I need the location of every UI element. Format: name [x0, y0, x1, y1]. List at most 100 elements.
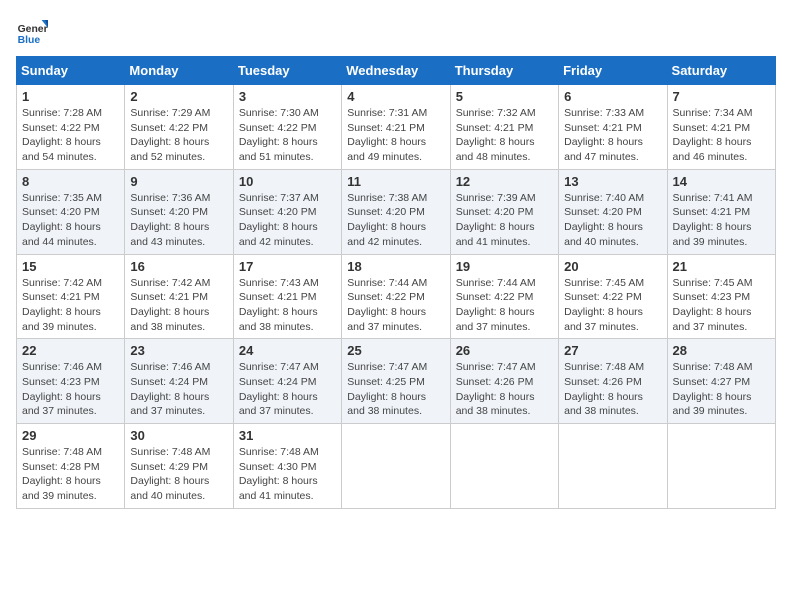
header-cell-friday: Friday: [559, 57, 667, 85]
day-number: 17: [239, 259, 336, 274]
day-number: 29: [22, 428, 119, 443]
header-cell-tuesday: Tuesday: [233, 57, 341, 85]
day-number: 22: [22, 343, 119, 358]
day-detail: Sunrise: 7:34 AMSunset: 4:21 PMDaylight:…: [673, 106, 770, 165]
day-number: 16: [130, 259, 227, 274]
day-detail: Sunrise: 7:28 AMSunset: 4:22 PMDaylight:…: [22, 106, 119, 165]
header-cell-wednesday: Wednesday: [342, 57, 450, 85]
day-cell: 1 Sunrise: 7:28 AMSunset: 4:22 PMDayligh…: [17, 85, 125, 170]
day-detail: Sunrise: 7:48 AMSunset: 4:28 PMDaylight:…: [22, 445, 119, 504]
day-cell: 11 Sunrise: 7:38 AMSunset: 4:20 PMDaylig…: [342, 169, 450, 254]
day-number: 12: [456, 174, 553, 189]
day-detail: Sunrise: 7:47 AMSunset: 4:26 PMDaylight:…: [456, 360, 553, 419]
header-cell-thursday: Thursday: [450, 57, 558, 85]
header-cell-sunday: Sunday: [17, 57, 125, 85]
day-number: 24: [239, 343, 336, 358]
day-cell: 15 Sunrise: 7:42 AMSunset: 4:21 PMDaylig…: [17, 254, 125, 339]
day-number: 2: [130, 89, 227, 104]
day-detail: Sunrise: 7:38 AMSunset: 4:20 PMDaylight:…: [347, 191, 444, 250]
day-number: 25: [347, 343, 444, 358]
day-number: 27: [564, 343, 661, 358]
day-cell: 25 Sunrise: 7:47 AMSunset: 4:25 PMDaylig…: [342, 339, 450, 424]
header-row: SundayMondayTuesdayWednesdayThursdayFrid…: [17, 57, 776, 85]
day-cell: 12 Sunrise: 7:39 AMSunset: 4:20 PMDaylig…: [450, 169, 558, 254]
day-cell: 30 Sunrise: 7:48 AMSunset: 4:29 PMDaylig…: [125, 424, 233, 509]
day-detail: Sunrise: 7:42 AMSunset: 4:21 PMDaylight:…: [22, 276, 119, 335]
week-row-4: 22 Sunrise: 7:46 AMSunset: 4:23 PMDaylig…: [17, 339, 776, 424]
day-number: 9: [130, 174, 227, 189]
day-cell: 9 Sunrise: 7:36 AMSunset: 4:20 PMDayligh…: [125, 169, 233, 254]
day-number: 5: [456, 89, 553, 104]
day-detail: Sunrise: 7:37 AMSunset: 4:20 PMDaylight:…: [239, 191, 336, 250]
day-cell: 13 Sunrise: 7:40 AMSunset: 4:20 PMDaylig…: [559, 169, 667, 254]
day-cell: [450, 424, 558, 509]
week-row-3: 15 Sunrise: 7:42 AMSunset: 4:21 PMDaylig…: [17, 254, 776, 339]
logo-icon: General Blue: [16, 16, 48, 48]
day-cell: 6 Sunrise: 7:33 AMSunset: 4:21 PMDayligh…: [559, 85, 667, 170]
day-number: 4: [347, 89, 444, 104]
day-detail: Sunrise: 7:44 AMSunset: 4:22 PMDaylight:…: [456, 276, 553, 335]
day-detail: Sunrise: 7:43 AMSunset: 4:21 PMDaylight:…: [239, 276, 336, 335]
day-number: 7: [673, 89, 770, 104]
day-cell: 19 Sunrise: 7:44 AMSunset: 4:22 PMDaylig…: [450, 254, 558, 339]
day-cell: 14 Sunrise: 7:41 AMSunset: 4:21 PMDaylig…: [667, 169, 775, 254]
day-detail: Sunrise: 7:32 AMSunset: 4:21 PMDaylight:…: [456, 106, 553, 165]
day-detail: Sunrise: 7:42 AMSunset: 4:21 PMDaylight:…: [130, 276, 227, 335]
day-detail: Sunrise: 7:47 AMSunset: 4:25 PMDaylight:…: [347, 360, 444, 419]
day-detail: Sunrise: 7:48 AMSunset: 4:27 PMDaylight:…: [673, 360, 770, 419]
day-cell: [667, 424, 775, 509]
day-detail: Sunrise: 7:45 AMSunset: 4:23 PMDaylight:…: [673, 276, 770, 335]
day-detail: Sunrise: 7:48 AMSunset: 4:29 PMDaylight:…: [130, 445, 227, 504]
day-detail: Sunrise: 7:46 AMSunset: 4:24 PMDaylight:…: [130, 360, 227, 419]
day-cell: 17 Sunrise: 7:43 AMSunset: 4:21 PMDaylig…: [233, 254, 341, 339]
day-number: 3: [239, 89, 336, 104]
day-cell: 28 Sunrise: 7:48 AMSunset: 4:27 PMDaylig…: [667, 339, 775, 424]
day-cell: 3 Sunrise: 7:30 AMSunset: 4:22 PMDayligh…: [233, 85, 341, 170]
day-cell: 10 Sunrise: 7:37 AMSunset: 4:20 PMDaylig…: [233, 169, 341, 254]
svg-text:General: General: [18, 24, 48, 35]
day-number: 8: [22, 174, 119, 189]
day-cell: 5 Sunrise: 7:32 AMSunset: 4:21 PMDayligh…: [450, 85, 558, 170]
day-cell: 21 Sunrise: 7:45 AMSunset: 4:23 PMDaylig…: [667, 254, 775, 339]
day-number: 23: [130, 343, 227, 358]
day-number: 28: [673, 343, 770, 358]
day-number: 26: [456, 343, 553, 358]
week-row-5: 29 Sunrise: 7:48 AMSunset: 4:28 PMDaylig…: [17, 424, 776, 509]
day-detail: Sunrise: 7:40 AMSunset: 4:20 PMDaylight:…: [564, 191, 661, 250]
day-cell: 31 Sunrise: 7:48 AMSunset: 4:30 PMDaylig…: [233, 424, 341, 509]
day-detail: Sunrise: 7:35 AMSunset: 4:20 PMDaylight:…: [22, 191, 119, 250]
day-detail: Sunrise: 7:41 AMSunset: 4:21 PMDaylight:…: [673, 191, 770, 250]
day-number: 13: [564, 174, 661, 189]
day-number: 11: [347, 174, 444, 189]
day-number: 30: [130, 428, 227, 443]
day-cell: 18 Sunrise: 7:44 AMSunset: 4:22 PMDaylig…: [342, 254, 450, 339]
day-cell: 29 Sunrise: 7:48 AMSunset: 4:28 PMDaylig…: [17, 424, 125, 509]
day-number: 20: [564, 259, 661, 274]
day-number: 6: [564, 89, 661, 104]
day-detail: Sunrise: 7:39 AMSunset: 4:20 PMDaylight:…: [456, 191, 553, 250]
day-cell: [342, 424, 450, 509]
day-cell: 24 Sunrise: 7:47 AMSunset: 4:24 PMDaylig…: [233, 339, 341, 424]
day-cell: 4 Sunrise: 7:31 AMSunset: 4:21 PMDayligh…: [342, 85, 450, 170]
day-number: 19: [456, 259, 553, 274]
day-number: 31: [239, 428, 336, 443]
day-cell: 20 Sunrise: 7:45 AMSunset: 4:22 PMDaylig…: [559, 254, 667, 339]
day-cell: 7 Sunrise: 7:34 AMSunset: 4:21 PMDayligh…: [667, 85, 775, 170]
week-row-2: 8 Sunrise: 7:35 AMSunset: 4:20 PMDayligh…: [17, 169, 776, 254]
day-cell: 2 Sunrise: 7:29 AMSunset: 4:22 PMDayligh…: [125, 85, 233, 170]
day-detail: Sunrise: 7:44 AMSunset: 4:22 PMDaylight:…: [347, 276, 444, 335]
day-number: 15: [22, 259, 119, 274]
header-cell-monday: Monday: [125, 57, 233, 85]
day-number: 1: [22, 89, 119, 104]
header-cell-saturday: Saturday: [667, 57, 775, 85]
calendar-table: SundayMondayTuesdayWednesdayThursdayFrid…: [16, 56, 776, 509]
day-cell: 16 Sunrise: 7:42 AMSunset: 4:21 PMDaylig…: [125, 254, 233, 339]
day-number: 10: [239, 174, 336, 189]
day-detail: Sunrise: 7:29 AMSunset: 4:22 PMDaylight:…: [130, 106, 227, 165]
day-detail: Sunrise: 7:46 AMSunset: 4:23 PMDaylight:…: [22, 360, 119, 419]
day-cell: 26 Sunrise: 7:47 AMSunset: 4:26 PMDaylig…: [450, 339, 558, 424]
day-cell: 23 Sunrise: 7:46 AMSunset: 4:24 PMDaylig…: [125, 339, 233, 424]
day-cell: 27 Sunrise: 7:48 AMSunset: 4:26 PMDaylig…: [559, 339, 667, 424]
day-detail: Sunrise: 7:30 AMSunset: 4:22 PMDaylight:…: [239, 106, 336, 165]
day-number: 14: [673, 174, 770, 189]
